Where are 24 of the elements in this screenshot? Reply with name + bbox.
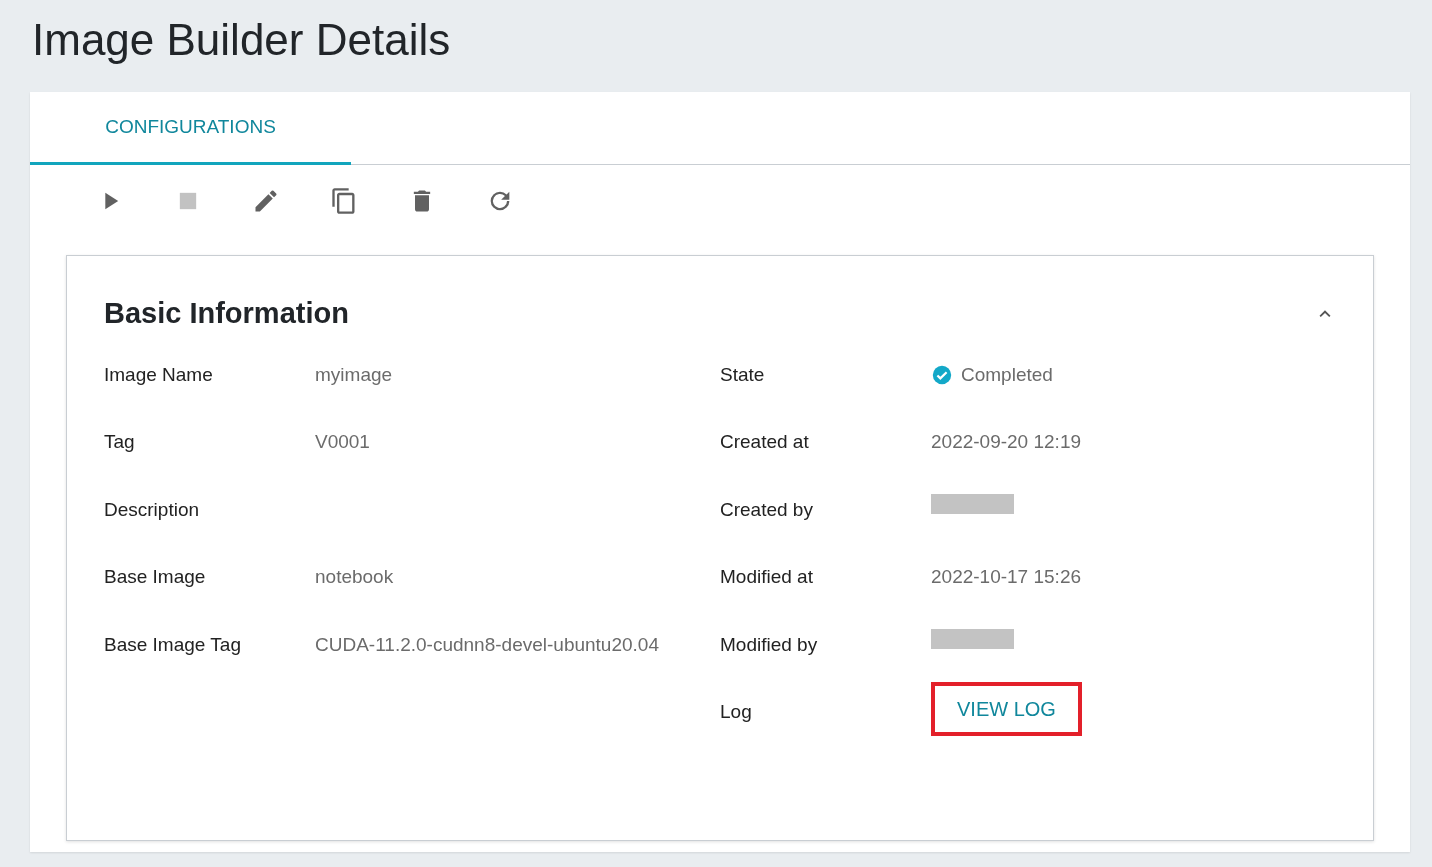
section-title: Basic Information [104, 296, 349, 331]
field-label: Created at [720, 430, 810, 455]
page-title: Image Builder Details [32, 18, 452, 62]
field-label: Created by [720, 497, 814, 522]
field-label: Base Image Tag [104, 632, 242, 657]
field-label: Description [104, 497, 201, 522]
field-label: Log [720, 700, 753, 725]
field-label: Modified at [720, 565, 814, 590]
copy-icon[interactable] [330, 187, 358, 215]
field-value: notebook [315, 565, 394, 590]
configurations-tab[interactable]: CONFIGURATIONS [30, 92, 351, 165]
field-label: Tag [104, 430, 136, 455]
field-value: 2022-09-20 12:19 [931, 430, 1081, 455]
field-value: CUDA-11.2.0-cudnn8-devel-ubuntu20.04 [315, 632, 659, 657]
field-label: Image Name [104, 362, 214, 387]
field-label: Modified by [720, 632, 819, 657]
view-log-link[interactable]: VIEW LOG [931, 682, 1082, 737]
field-value: V0001 [315, 430, 370, 455]
field-label: Base Image [104, 565, 207, 590]
check-circle-icon [931, 364, 953, 387]
field-value: 2022-10-17 15:26 [931, 565, 1081, 590]
status-text: Completed [961, 362, 1053, 387]
field-value: myimage [315, 362, 393, 387]
field-label: State [720, 362, 766, 387]
